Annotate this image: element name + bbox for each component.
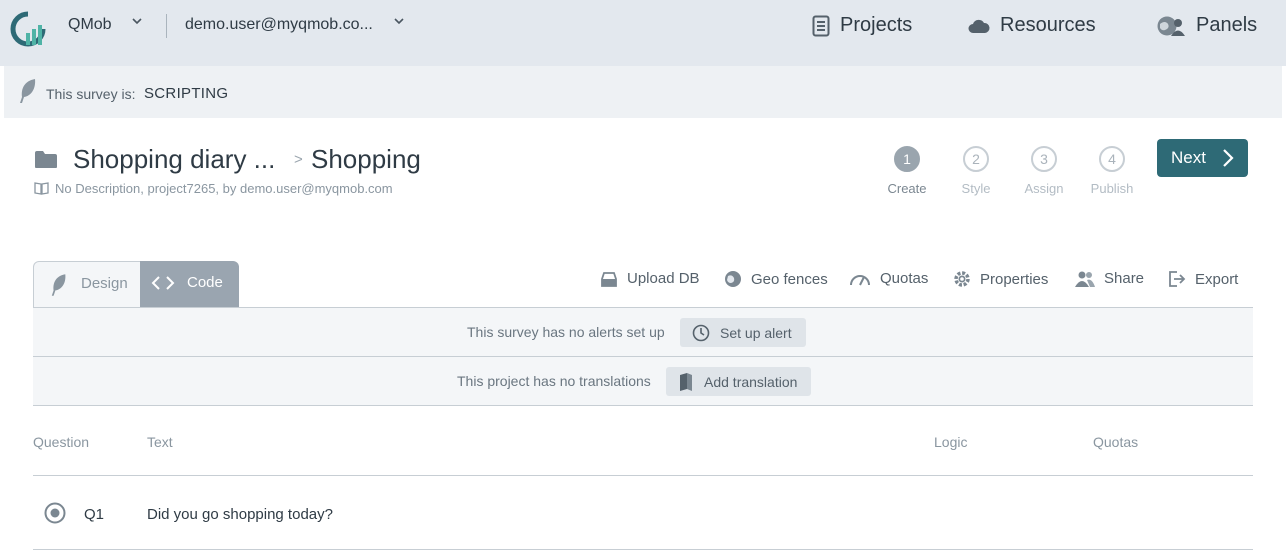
divider xyxy=(166,14,167,38)
set-up-alert-button[interactable]: Set up alert xyxy=(680,318,806,347)
code-icon xyxy=(151,276,175,290)
step-publish[interactable]: 4 Publish xyxy=(1072,146,1152,196)
divider xyxy=(33,549,1253,550)
toolbar-label: Upload DB xyxy=(627,270,700,287)
survey-description: No Description, project7265, by demo.use… xyxy=(55,181,393,196)
next-button[interactable]: Next xyxy=(1157,139,1248,177)
step-number: 4 xyxy=(1099,146,1125,172)
toolbar-label: Share xyxy=(1104,270,1145,287)
top-bar: QMob demo.user@myqmob.co... Projects Res… xyxy=(0,0,1286,66)
translations-message: This project has no translations xyxy=(457,373,651,389)
translations-bar: This project has no translations Add tra… xyxy=(33,357,1253,406)
status-label: This survey is: xyxy=(46,86,136,102)
org-name[interactable]: QMob xyxy=(68,16,112,34)
nav-label: Panels xyxy=(1196,14,1258,36)
globe-icon xyxy=(725,271,741,287)
people-globe-icon xyxy=(1157,16,1185,36)
breadcrumb-separator: > xyxy=(294,151,303,168)
tab-label: Code xyxy=(187,274,223,291)
geo-fences-button[interactable]: Geo fences xyxy=(724,270,828,288)
export-button[interactable]: Export xyxy=(1168,270,1238,288)
button-label: Set up alert xyxy=(720,324,792,341)
clock-icon xyxy=(692,324,710,341)
qmob-logo-icon[interactable] xyxy=(10,11,46,47)
column-header-text[interactable]: Text xyxy=(147,434,173,450)
question-id: Q1 xyxy=(84,506,105,523)
survey-title: Shopping xyxy=(311,144,421,174)
button-label: Add translation xyxy=(704,373,798,390)
document-icon xyxy=(812,15,830,36)
divider xyxy=(33,475,1253,476)
nav-resources[interactable]: Resources xyxy=(968,14,1096,37)
question-text: Did you go shopping today? xyxy=(147,506,333,523)
nav-projects[interactable]: Projects xyxy=(812,14,912,37)
share-button[interactable]: Share xyxy=(1075,270,1144,287)
add-translation-button[interactable]: Add translation xyxy=(666,367,812,396)
alerts-bar: This survey has no alerts set up Set up … xyxy=(33,308,1253,357)
step-create[interactable]: 1 Create xyxy=(867,146,947,196)
book-icon xyxy=(680,372,692,391)
feather-icon xyxy=(20,79,36,103)
gauge-icon xyxy=(850,274,870,285)
status-badge: SCRIPTING xyxy=(144,85,229,102)
step-number: 2 xyxy=(963,146,989,172)
tab-label: Design xyxy=(81,275,128,292)
toolbar-label: Export xyxy=(1195,270,1239,288)
nav-label: Projects xyxy=(840,14,913,36)
step-number: 1 xyxy=(894,146,920,172)
nav-label: Resources xyxy=(1000,14,1096,36)
users-icon xyxy=(1075,271,1095,287)
chevron-down-icon[interactable] xyxy=(131,14,143,30)
tab-design[interactable]: Design xyxy=(33,261,141,308)
project-title[interactable]: Shopping diary ... xyxy=(73,144,275,175)
upload-db-button[interactable]: Upload DB xyxy=(600,270,700,287)
alerts-message: This survey has no alerts set up xyxy=(467,324,665,340)
cloud-icon xyxy=(968,19,990,33)
survey-status-bar: This survey is: SCRIPTING xyxy=(4,66,1282,118)
tab-code[interactable]: Code xyxy=(140,261,239,308)
next-label: Next xyxy=(1171,148,1206,167)
user-email[interactable]: demo.user@myqmob.co... xyxy=(185,16,373,34)
toolbar-label: Properties xyxy=(980,270,1049,288)
feather-icon xyxy=(51,274,66,296)
nav-panels[interactable]: Panels xyxy=(1156,14,1257,37)
chevron-right-icon xyxy=(1223,149,1234,167)
upload-db-icon xyxy=(601,271,617,287)
toolbar-label: Quotas xyxy=(880,270,929,287)
column-header-logic[interactable]: Logic xyxy=(934,434,967,450)
column-header-quotas[interactable]: Quotas xyxy=(1093,434,1138,450)
radio-question-icon xyxy=(44,502,66,524)
step-label: Publish xyxy=(1090,181,1134,196)
divider xyxy=(33,405,1253,406)
book-icon xyxy=(34,182,49,195)
step-number: 3 xyxy=(1031,146,1057,172)
toolbar-label: Geo fences xyxy=(751,270,828,288)
column-header-question[interactable]: Question xyxy=(33,434,89,450)
gear-icon xyxy=(954,271,970,287)
folder-icon xyxy=(35,151,57,168)
quotas-button[interactable]: Quotas xyxy=(849,270,928,287)
export-icon xyxy=(1169,271,1186,287)
step-label: Create xyxy=(887,181,927,196)
chevron-down-icon[interactable] xyxy=(393,14,405,30)
properties-button[interactable]: Properties xyxy=(953,270,1048,288)
